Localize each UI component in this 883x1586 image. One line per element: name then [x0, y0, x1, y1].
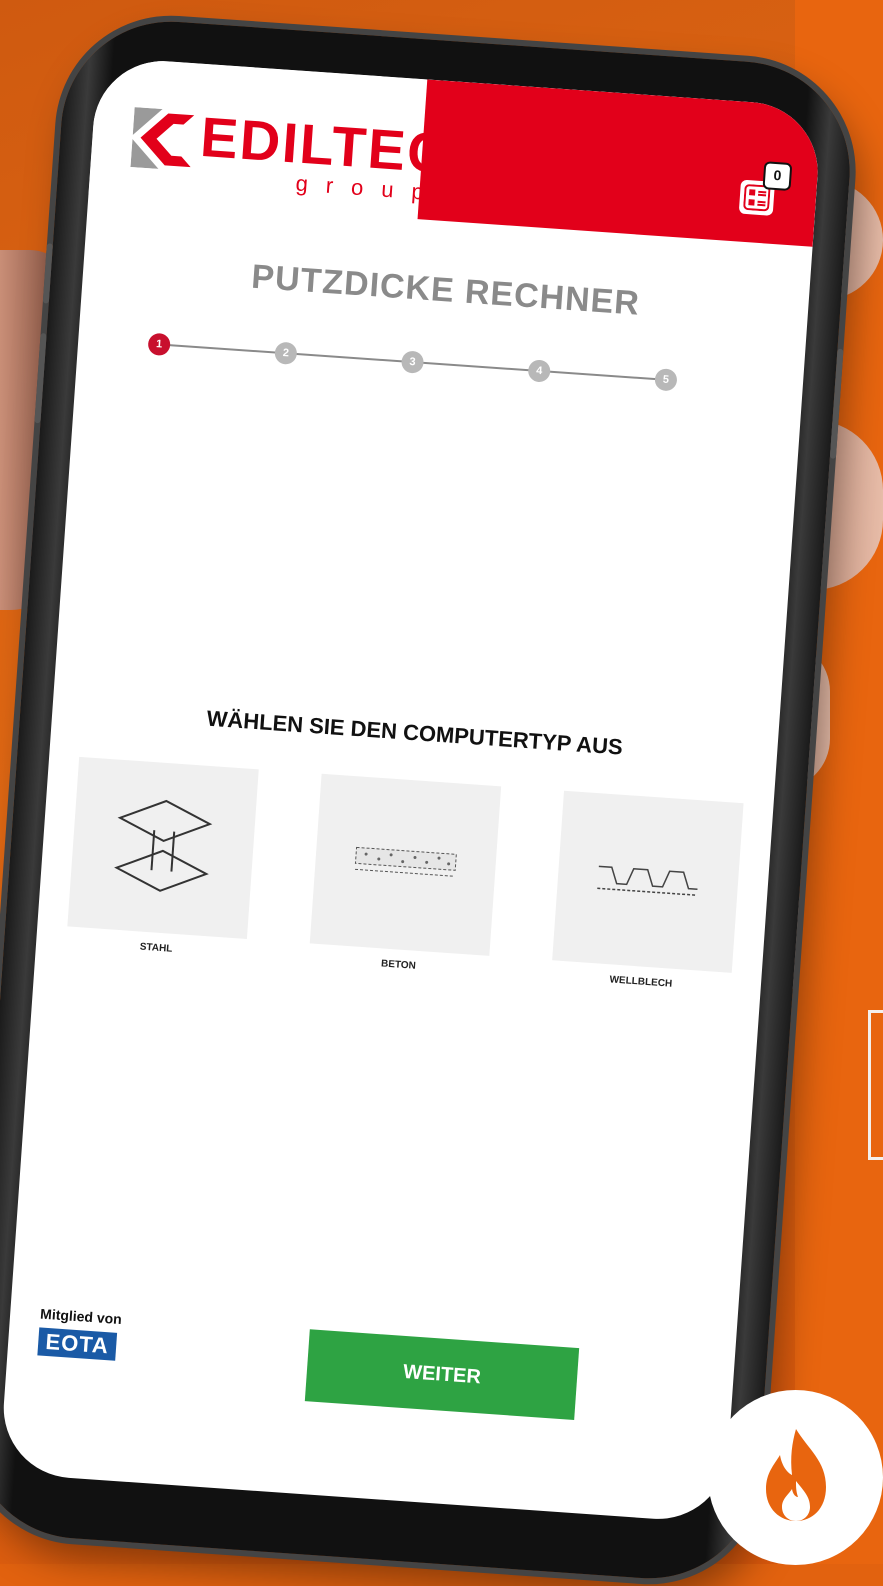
selection-question: WÄHLEN SIE DEN COMPUTERTYP AUS: [205, 705, 624, 760]
step-5[interactable]: 5: [654, 368, 678, 392]
option-corrugated-label: WELLBLECH: [609, 974, 673, 990]
phone: EDILTECO group 0 PUTZDICKE RECHNER 1 2 3…: [0, 14, 858, 1586]
flame-badge: [708, 1390, 883, 1565]
option-steel-label: STAHL: [139, 941, 173, 955]
edilteco-logo-icon: [130, 107, 195, 171]
step-3[interactable]: 3: [400, 350, 425, 374]
decorative-outline: [868, 1010, 883, 1160]
substrate-options: STAHL BETON WELLBLECH: [64, 756, 744, 1023]
cart-count-badge: 0: [762, 161, 793, 192]
concrete-slab-icon: [349, 839, 462, 892]
step-2[interactable]: 2: [274, 341, 298, 365]
page-title: PUTZDICKE RECHNER: [250, 257, 642, 323]
member-label: Mitglied von: [39, 1305, 123, 1328]
step-4[interactable]: 4: [527, 359, 551, 383]
corrugated-sheet-icon: [591, 856, 704, 909]
flame-icon: [756, 1425, 836, 1530]
option-concrete-label: BETON: [380, 958, 417, 972]
next-button[interactable]: WEITER: [304, 1329, 580, 1420]
app-screen: EDILTECO group 0 PUTZDICKE RECHNER 1 2 3…: [0, 56, 823, 1524]
option-corrugated[interactable]: [552, 790, 744, 973]
option-steel[interactable]: [67, 756, 259, 939]
eota-logo: EOTA: [37, 1327, 118, 1361]
progress-stepper: 1 2 3 4 5: [147, 331, 678, 398]
step-1[interactable]: 1: [147, 332, 171, 357]
steel-beam-icon: [104, 787, 222, 909]
option-concrete[interactable]: [309, 773, 502, 956]
